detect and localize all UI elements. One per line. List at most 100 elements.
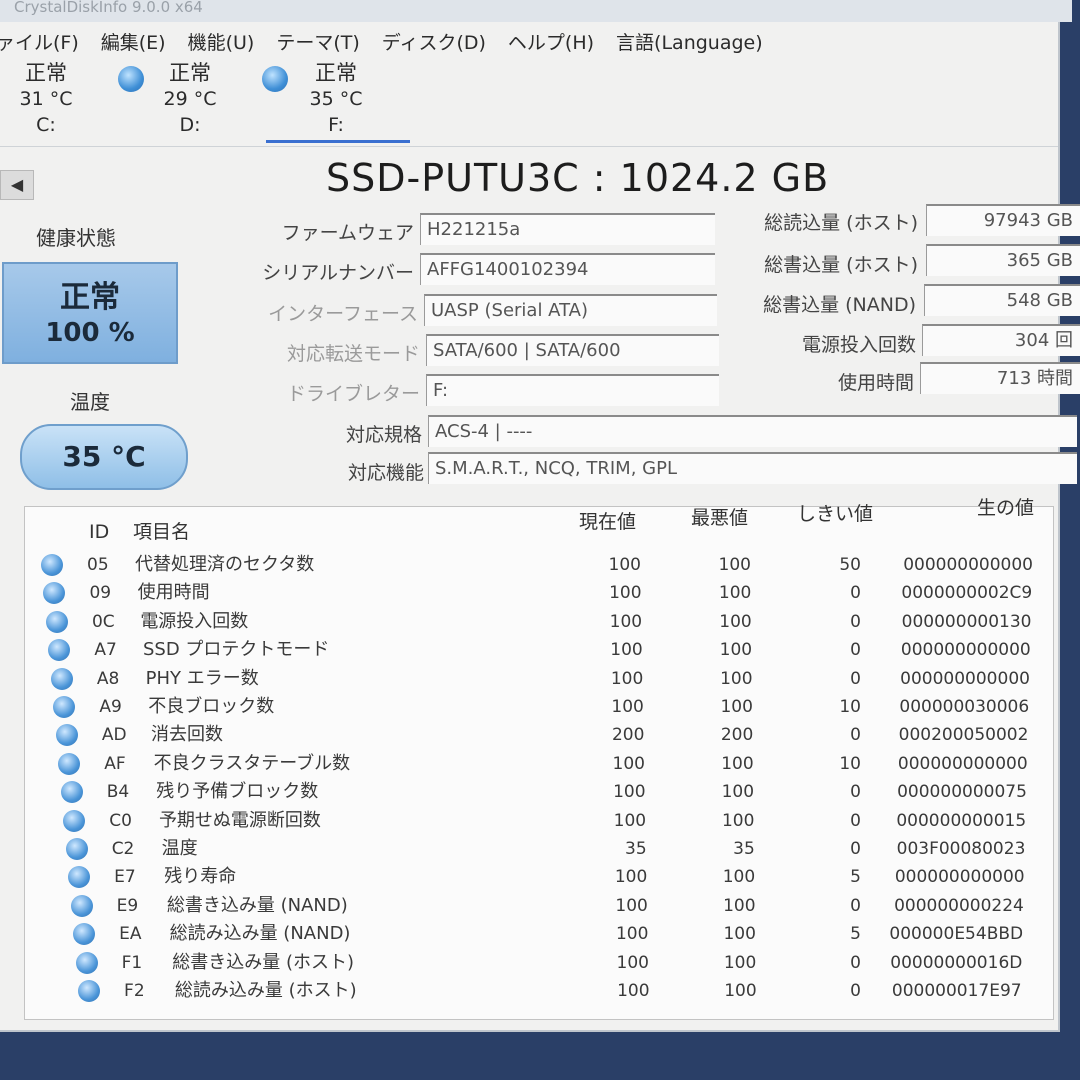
smart-worst: 200: [720, 725, 754, 746]
drive-letter-value: F:: [426, 374, 719, 406]
menu-bar: ァイル(F) 編集(E) 機能(U) テーマ(T) ディスク(D) ヘルプ(H)…: [0, 24, 1058, 58]
status-circle-icon: [53, 696, 76, 718]
smart-raw: 000000000130: [901, 611, 1032, 632]
drive-tab-c[interactable]: 正常 31 °C C:: [0, 60, 106, 138]
drive-selector: 正常 31 °C C: 正常 29 °C D: 正常 35 °C F:: [0, 60, 1058, 144]
menu-function[interactable]: 機能(U): [188, 28, 255, 55]
status-circle-icon: [63, 809, 86, 832]
smart-row[interactable]: E7 残り寿命 100 100 5 000000000000: [25, 863, 1053, 891]
smart-name: 残り寿命: [164, 866, 237, 888]
status-circle-icon: [65, 838, 88, 860]
smart-raw: 000000000000: [903, 555, 1033, 575]
smart-id: 0C: [91, 611, 115, 632]
menu-disk[interactable]: ディスク(D): [382, 28, 486, 55]
features-value: S.M.A.R.T., NCQ, TRIM, GPL: [428, 452, 1077, 484]
smart-id: AF: [104, 753, 126, 774]
status-circle-icon: [60, 781, 83, 804]
drive-tab-d[interactable]: 正常 29 °C D:: [130, 60, 250, 138]
smart-worst: 100: [719, 640, 753, 661]
smart-current: 100: [613, 782, 646, 803]
smart-current: 100: [609, 611, 643, 632]
interface-value: UASP (Serial ATA): [424, 294, 717, 326]
smart-raw: 000000000000: [900, 668, 1030, 689]
smart-row[interactable]: F2 総読み込み量 (ホスト) 100 100 0 000000017E97: [25, 977, 1053, 1005]
smart-threshold: 5: [850, 924, 861, 945]
status-circle-icon: [75, 951, 98, 974]
smart-id: A7: [94, 640, 117, 661]
temperature-label: 温度: [70, 390, 110, 414]
smart-row[interactable]: A9 不良ブロック数 100 100 10 000000030006: [25, 693, 1053, 721]
divider: [0, 146, 1058, 147]
smart-row[interactable]: AD 消去回数 200 200 0 000200050002: [25, 721, 1053, 749]
menu-file[interactable]: ァイル(F): [0, 28, 79, 55]
column-header-current[interactable]: 現在値: [579, 507, 636, 534]
smart-row[interactable]: AF 不良クラスタテーブル数 100 100 10 000000000000: [25, 750, 1053, 778]
smart-raw: 000000030006: [899, 697, 1030, 717]
column-header-name[interactable]: 項目名: [133, 517, 190, 544]
smart-table: ID 項目名 現在値 最悪値 しきい値 生の値 05 代替処理済のセクタ数 100 1…: [24, 497, 1054, 1020]
smart-threshold: 10: [839, 697, 861, 717]
column-header-worst[interactable]: 最悪値: [691, 503, 748, 530]
drive-temp: 35 °C: [309, 88, 363, 110]
smart-row[interactable]: B4 残り予備ブロック数 100 100 0 000000000075: [25, 778, 1053, 806]
menu-theme[interactable]: テーマ(T): [276, 28, 359, 55]
smart-row[interactable]: F1 総書き込み量 (ホスト) 100 100 0 00000000016D: [25, 949, 1053, 977]
smart-current: 100: [610, 640, 643, 661]
health-status-button[interactable]: 正常 100 %: [2, 262, 178, 364]
smart-raw: 000000000224: [894, 895, 1024, 916]
smart-worst: 100: [721, 810, 755, 831]
smart-threshold: 0: [850, 782, 861, 803]
column-header-raw[interactable]: 生の値: [977, 493, 1034, 520]
status-circle-icon: [41, 554, 63, 576]
smart-threshold: 0: [850, 583, 861, 604]
smart-threshold: 0: [850, 810, 861, 831]
smart-row[interactable]: A8 PHY エラー数 100 100 0 000000000000: [25, 665, 1053, 693]
previous-drive-button[interactable]: ◀: [0, 170, 34, 200]
menu-edit[interactable]: 編集(E): [101, 28, 166, 55]
smart-current: 100: [612, 753, 645, 774]
column-header-id[interactable]: ID: [89, 521, 109, 543]
smart-row[interactable]: 09 使用時間 100 100 0 0000000002C9: [25, 579, 1053, 607]
smart-id: E7: [114, 867, 136, 888]
smart-id: E9: [116, 895, 139, 916]
smart-id: 09: [89, 583, 112, 604]
nand-write-label: 総書込量 (NAND): [763, 294, 916, 316]
window-title: CrystalDiskInfo 9.0.0 x64: [0, 0, 1072, 22]
drive-tab-f[interactable]: 正常 35 °C F:: [276, 60, 396, 138]
smart-raw: 00000000016D: [890, 952, 1023, 973]
smart-row[interactable]: A7 SSD プロテクトモード 100 100 0 000000000000: [25, 636, 1053, 664]
status-circle-icon: [55, 724, 78, 747]
drive-temp: 29 °C: [163, 88, 217, 110]
smart-name: 温度: [161, 838, 198, 859]
smart-row[interactable]: 05 代替処理済のセクタ数 100 100 50 000000000000: [25, 551, 1053, 579]
smart-name: 消去回数: [150, 724, 223, 746]
host-read-label: 総読込量 (ホスト): [764, 212, 918, 234]
interface-label: インターフェース: [268, 303, 418, 325]
host-read-value: 97943 GB: [926, 204, 1080, 236]
drive-letter: D:: [179, 114, 201, 136]
smart-row[interactable]: EA 総読み込み量 (NAND) 100 100 5 000000E54BBD: [25, 920, 1053, 948]
column-header-threshold[interactable]: しきい値: [797, 499, 873, 526]
drive-status: 正常: [25, 61, 67, 85]
menu-help[interactable]: ヘルプ(H): [508, 28, 594, 55]
smart-raw: 000000000000: [894, 867, 1025, 888]
smart-row[interactable]: E9 総書き込み量 (NAND) 100 100 0 000000000224: [25, 892, 1053, 920]
smart-name: PHY エラー数: [145, 667, 259, 689]
smart-current: 100: [608, 555, 641, 575]
smart-row[interactable]: C2 温度 35 35 0 003F00080023: [25, 835, 1053, 863]
smart-name: SSD プロテクトモード: [142, 639, 330, 661]
smart-current: 100: [615, 895, 648, 916]
menu-language[interactable]: 言語(Language): [616, 28, 763, 55]
smart-name: 総書き込み量 (ホスト): [172, 951, 355, 973]
smart-name: 電源投入回数: [140, 610, 249, 632]
smart-id: AD: [101, 725, 127, 746]
status-circle-icon: [70, 894, 93, 917]
smart-row[interactable]: C0 予期せぬ電源断回数 100 100 0 000000000015: [25, 807, 1053, 835]
host-write-label: 総書込量 (ホスト): [764, 254, 918, 276]
status-circle-icon: [50, 667, 73, 690]
standard-label: 対応規格: [345, 424, 422, 446]
smart-threshold: 0: [850, 895, 861, 916]
status-circle-icon: [78, 980, 101, 1002]
smart-worst: 100: [723, 895, 756, 916]
smart-row[interactable]: 0C 電源投入回数 100 100 0 000000000130: [25, 608, 1053, 636]
